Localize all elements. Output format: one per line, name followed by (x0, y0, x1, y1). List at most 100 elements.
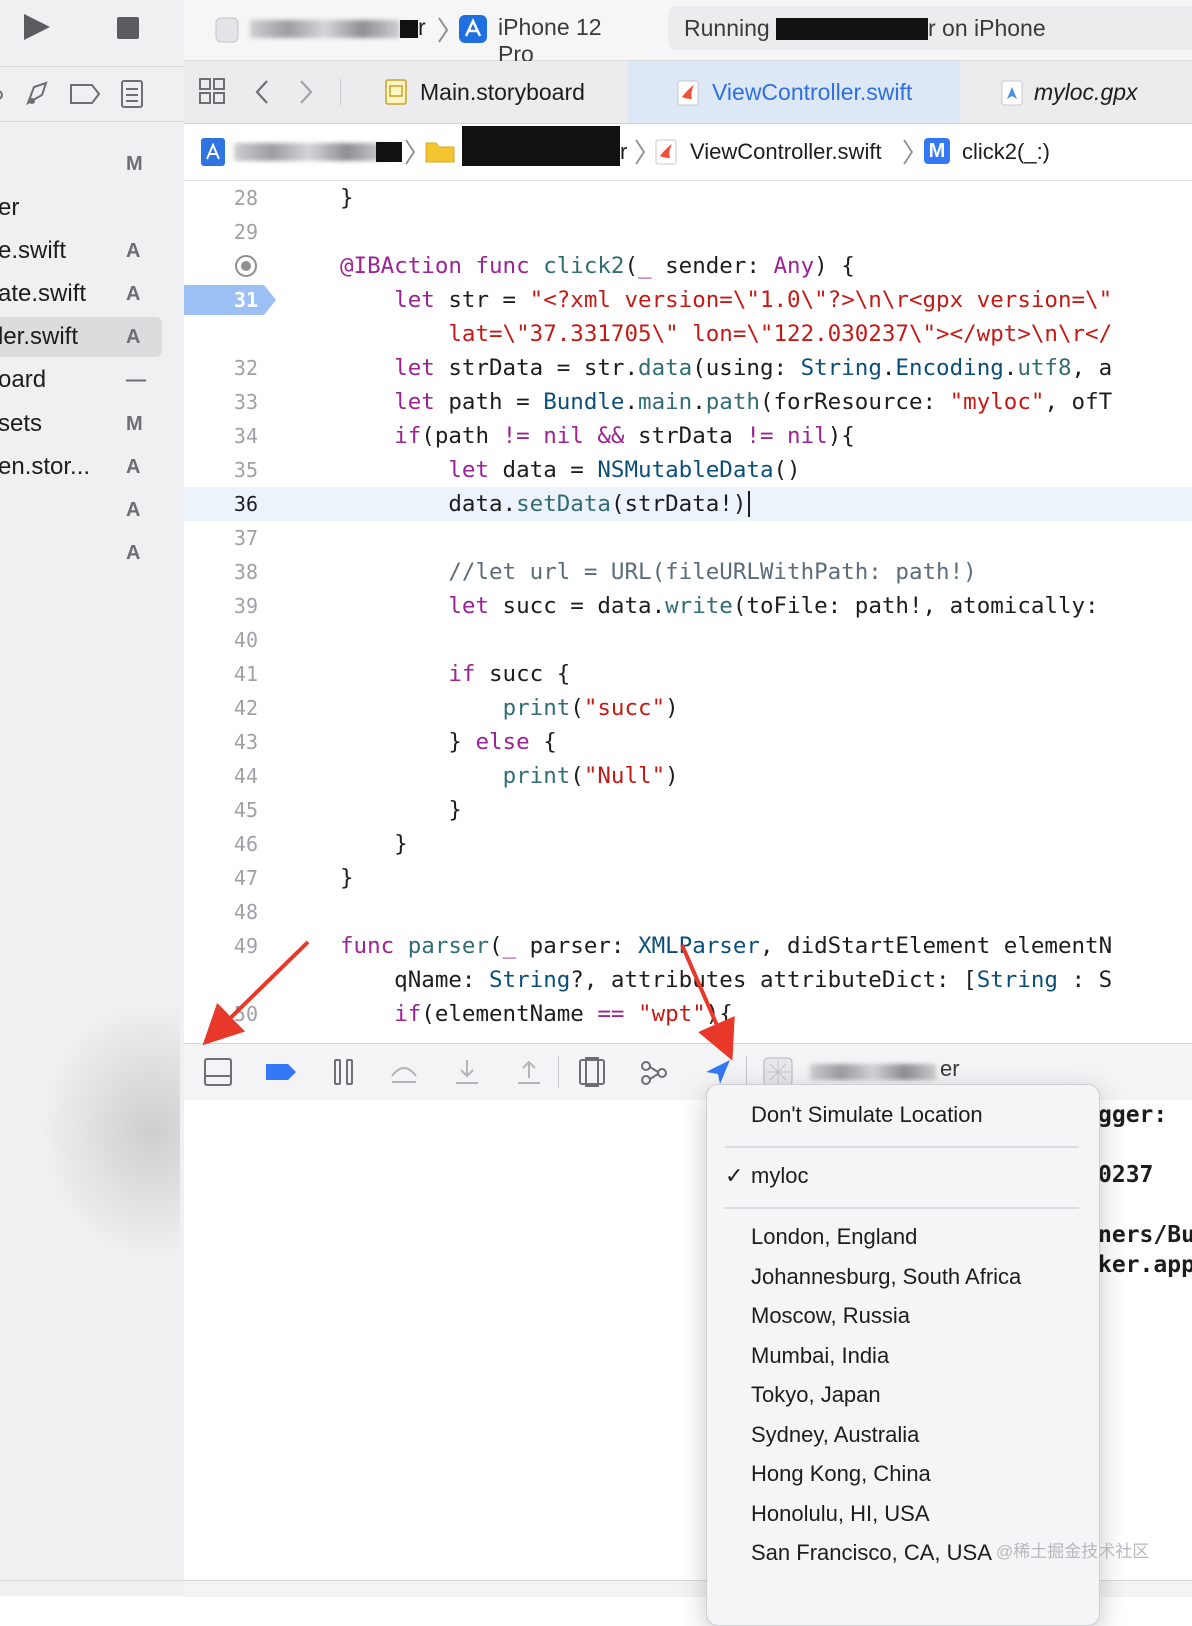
menu-item-city[interactable]: San Francisco, CA, USA (751, 1540, 992, 1566)
connected-outlet-icon[interactable] (234, 254, 258, 278)
code-line: 44 print("Null") (233, 763, 679, 789)
report-navigator-icon[interactable] (120, 79, 144, 109)
tab-viewcontroller-swift[interactable]: ViewController.swift (628, 61, 960, 123)
run-button[interactable] (22, 12, 52, 42)
menu-item-city[interactable]: Hong Kong, China (751, 1461, 931, 1487)
tab-label: ViewController.swift (712, 79, 913, 105)
code-line: 35 let data = NSMutableData() (233, 457, 801, 483)
folder-name-suffix: r (620, 139, 628, 164)
project-icon[interactable] (200, 137, 226, 167)
stop-icon (117, 17, 139, 39)
step-over-icon[interactable] (388, 1056, 420, 1088)
pause-icon[interactable] (330, 1056, 362, 1088)
code-line: 48 (233, 900, 258, 924)
file-row[interactable]: sets M (0, 404, 184, 444)
xcode-app-icon (459, 15, 487, 43)
code-line-current: 36 data.setData(strData!) (184, 487, 1192, 521)
menu-item-dont-simulate[interactable]: Don't Simulate Location (751, 1102, 983, 1128)
breakpoint-navigator-icon[interactable] (68, 81, 102, 107)
redacted-scheme-name (250, 20, 400, 38)
console-text: ners/Bu (1098, 1222, 1192, 1248)
activity-status: Running r on iPhone (668, 6, 1192, 50)
code-line: 28} (233, 185, 354, 211)
step-into-icon[interactable] (452, 1056, 484, 1088)
code-line: 33 let path = Bundle.main.path(forResour… (233, 389, 1113, 415)
folder-icon[interactable] (424, 138, 456, 164)
code-line: 43 } else { (233, 729, 557, 755)
hide-debug-area-icon[interactable] (202, 1056, 234, 1088)
related-items-icon[interactable] (198, 77, 226, 105)
jump-bar-file[interactable]: ViewController.swift (690, 124, 882, 180)
redacted-block (400, 20, 418, 38)
status-text: Running (684, 15, 770, 41)
status-target: r on iPhone (928, 15, 1046, 41)
redacted-app-name (776, 18, 928, 40)
code-line: qName: String?, attributes attributeDict… (340, 967, 1113, 993)
code-line: lat=\"37.331705\" lon=\"122.030237\"></w… (448, 321, 1113, 347)
file-row[interactable]: en.stor... A (0, 447, 184, 487)
stop-button[interactable] (116, 16, 140, 40)
jump-bar-method[interactable]: click2(_:) (962, 124, 1050, 180)
code-line: 32 let strData = str.data(using: String.… (233, 355, 1113, 381)
menu-item-myloc[interactable]: myloc (751, 1163, 808, 1189)
breakpoints-toggle-icon[interactable] (264, 1056, 296, 1088)
chevron-right-icon (903, 139, 914, 165)
code-line: 47} (233, 865, 354, 891)
code-line: 29 (233, 220, 258, 244)
file-row[interactable]: A (0, 533, 184, 573)
method-badge-icon: M (924, 138, 950, 164)
menu-item-city[interactable]: Tokyo, Japan (751, 1382, 881, 1408)
file-row[interactable]: M (0, 144, 184, 184)
code-line: 40 (233, 628, 258, 652)
code-line: 39 let succ = data.write(toFile: path!, … (233, 593, 1099, 619)
file-row[interactable]: e.swift A (0, 231, 184, 271)
menu-item-city[interactable]: Sydney, Australia (751, 1422, 919, 1448)
swift-file-icon (677, 80, 699, 106)
project-navigator: M er e.swift A ate.swift A ler.swift A oard… (0, 0, 185, 1596)
redacted-project-name (234, 143, 384, 161)
storyboard-file-icon (385, 79, 407, 105)
sidebar-filter-bar (0, 1580, 184, 1596)
back-arrow-icon[interactable] (254, 79, 270, 105)
code-line: 38 //let url = URL(fileURLWithPath: path… (233, 559, 977, 585)
gpx-file-icon (1001, 80, 1023, 106)
jump-bar: r ViewController.swift M click2(_:) (184, 124, 1192, 181)
navigator-partial-icon[interactable] (0, 81, 8, 109)
window-toolbar: r iPhone 12 Pro Running r on iPhone (184, 0, 1192, 67)
code-line: 45 } (233, 797, 462, 823)
scheme-app-icon (215, 17, 239, 43)
menu-item-city[interactable]: Honolulu, HI, USA (751, 1501, 930, 1527)
play-icon (24, 14, 50, 40)
file-row[interactable]: er (0, 188, 184, 228)
menu-item-city[interactable]: London, England (751, 1224, 917, 1250)
sidebar-shadow (40, 1000, 180, 1260)
tab-label: myloc.gpx (1034, 79, 1138, 105)
redacted-block (376, 142, 402, 162)
code-line: 49 func parser(_ parser: XMLParser, didSt… (233, 933, 1113, 959)
file-row[interactable]: oard — (0, 360, 184, 400)
scheme-name-suffix: r (418, 14, 426, 40)
menu-item-city[interactable]: Mumbai, India (751, 1343, 889, 1369)
menu-item-city[interactable]: Moscow, Russia (751, 1303, 910, 1329)
menu-separator (725, 1207, 1079, 1209)
file-row[interactable]: ate.swift A (0, 274, 184, 314)
debug-divider (558, 1056, 559, 1088)
scheme-selector[interactable]: r iPhone 12 Pro (214, 12, 634, 67)
source-editor[interactable]: 28} 29 @IBAction func click2(_ sender: A… (184, 181, 1192, 1043)
console-text: ker.app (1098, 1252, 1192, 1278)
redacted-folder-name (462, 126, 620, 166)
code-line: @IBAction func click2(_ sender: Any) { (184, 249, 1192, 283)
forward-arrow-icon[interactable] (298, 79, 314, 105)
code-line-breakpoint: 31 let str = "<?xml version=\"1.0\"?>\n\… (184, 283, 1192, 317)
code-line: 34 if(path != nil && strData != nil){ (233, 423, 855, 449)
file-row-selected[interactable]: ler.swift A (0, 317, 162, 357)
menu-separator (725, 1146, 1079, 1148)
code-line: 37 (233, 526, 258, 550)
view-hierarchy-icon[interactable] (576, 1056, 608, 1088)
test-navigator-icon[interactable] (22, 79, 54, 109)
file-row[interactable]: A (0, 490, 184, 530)
menu-item-city[interactable]: Johannesburg, South Africa (751, 1264, 1021, 1290)
memory-graph-icon[interactable] (638, 1056, 670, 1088)
step-out-icon[interactable] (514, 1056, 546, 1088)
code-line: 46 } (233, 831, 408, 857)
